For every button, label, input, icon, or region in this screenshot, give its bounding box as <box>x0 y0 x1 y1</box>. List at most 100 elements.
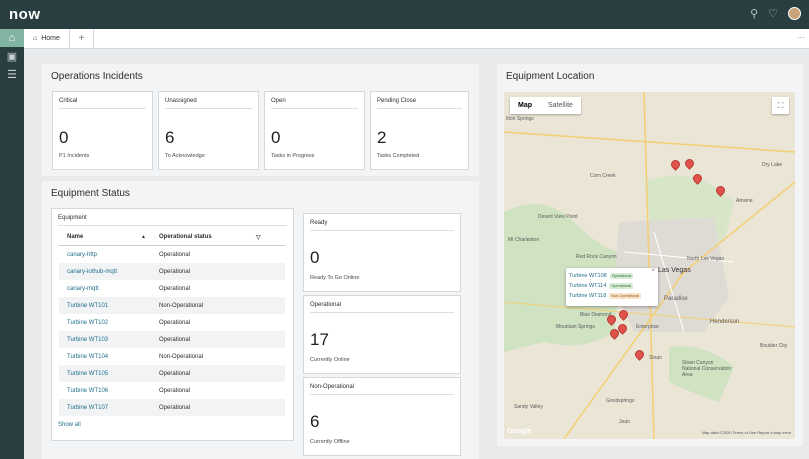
panel-title: Equipment Status <box>51 188 130 199</box>
column-status[interactable]: Operational status <box>159 234 256 240</box>
place-label: Goodsprings <box>606 398 635 404</box>
place-label: Paradise <box>664 296 688 302</box>
bell-icon[interactable]: ♡ <box>768 7 778 20</box>
pending-close-card[interactable]: Pending Close 2 Tasks Completed <box>370 91 469 170</box>
left-navigation: ⌂ ▣ ☰ <box>0 29 24 459</box>
card-label: Pending Close <box>377 98 417 104</box>
card-label: Unassigned <box>165 98 197 104</box>
map-button[interactable]: Map <box>510 97 540 114</box>
place-label: Boulder City <box>760 343 788 349</box>
equipment-name-link[interactable]: Turbine WT103 <box>59 337 159 343</box>
place-label: North Las Vegas <box>687 256 724 262</box>
search-icon[interactable]: ⚲ <box>750 7 758 20</box>
table-row[interactable]: Turbine WT101 Non-Operational <box>59 297 285 314</box>
popup-item-name[interactable]: Turbine WT108 <box>569 273 607 279</box>
card-sub: P1 Incidents <box>59 153 90 159</box>
table-row[interactable]: Turbine WT103 Operational <box>59 331 285 348</box>
card-label: Operational <box>310 302 342 308</box>
dashboard-icon[interactable]: ▣ <box>0 47 24 65</box>
card-sub: Currently Offline <box>310 439 350 445</box>
sort-icon[interactable]: ▲ <box>141 234 159 240</box>
home-icon: ⌂ <box>33 35 38 42</box>
filter-icon[interactable]: ▽ <box>256 234 261 241</box>
operational-status: Operational <box>159 319 191 326</box>
card-label: Non-Operational <box>310 384 355 390</box>
card-value: 6 <box>310 412 320 431</box>
table-row[interactable]: Turbine WT105 Operational <box>59 365 285 382</box>
equipment-name-link[interactable]: Turbine WT101 <box>59 303 159 309</box>
table-row[interactable]: canary-iothub-mqtt Operational <box>59 263 285 280</box>
fullscreen-icon[interactable]: ⛶ <box>772 97 789 114</box>
equipment-name-link[interactable]: Turbine WT102 <box>59 320 159 326</box>
map[interactable]: Map Satellite ⛶ Ilton Springs Dry Lake A… <box>504 92 795 439</box>
satellite-button[interactable]: Satellite <box>540 97 581 114</box>
operational-status: Operational <box>159 285 191 292</box>
non-operational-card[interactable]: Non-Operational 6 Currently Offline <box>303 377 461 456</box>
equipment-name-link[interactable]: Turbine WT104 <box>59 354 159 360</box>
card-sub: Tasks in Progress <box>271 153 315 159</box>
card-value: 17 <box>310 330 329 349</box>
equipment-name-link[interactable]: Turbine WT107 <box>59 405 159 411</box>
place-label: Henderson <box>710 319 740 325</box>
card-label: Open <box>271 98 286 104</box>
table-row[interactable]: canary-http Operational <box>59 246 285 263</box>
table-row[interactable]: Turbine WT102 Operational <box>59 314 285 331</box>
popup-item-name[interactable]: Turbine WT118 <box>569 293 606 299</box>
critical-card[interactable]: Critical 0 P1 Incidents <box>52 91 153 170</box>
tab-label: Home <box>41 35 60 42</box>
unassigned-card[interactable]: Unassigned 6 To Acknowledge <box>158 91 259 170</box>
card-sub: Tasks Completed <box>377 153 420 159</box>
open-card[interactable]: Open 0 Tasks in Progress <box>264 91 365 170</box>
place-label: Mt Charleston <box>508 237 540 243</box>
operational-status: Operational <box>159 370 191 377</box>
popup-item[interactable]: Turbine WT118 Non-Operational <box>566 291 658 301</box>
column-name[interactable]: Name <box>59 234 141 240</box>
popup-item[interactable]: Turbine WT108 Operational <box>566 271 658 281</box>
map-type-toggle: Map Satellite <box>510 97 581 114</box>
popup-item-name[interactable]: Turbine WT114 <box>569 283 606 289</box>
avatar[interactable] <box>788 7 801 20</box>
card-sub: Currently Online <box>310 357 350 363</box>
list-icon[interactable]: ☰ <box>0 65 24 83</box>
table-row[interactable]: Turbine WT106 Operational <box>59 382 285 399</box>
operational-card[interactable]: Operational 17 Currently Online <box>303 295 461 374</box>
close-icon[interactable]: × <box>651 268 655 274</box>
tab-bar: ⌂ Home + ··· <box>24 28 809 49</box>
equipment-name-link[interactable]: canary-http <box>59 252 159 258</box>
place-label: Ilton Springs <box>506 116 534 122</box>
map-attribution[interactable]: Map data ©2020 Terms of Use Report a map… <box>702 430 791 435</box>
equipment-name-link[interactable]: canary-mqtt <box>59 286 159 292</box>
popup-item[interactable]: Turbine WT114 Operational <box>566 281 658 291</box>
equipment-name-link[interactable]: canary-iothub-mqtt <box>59 269 159 275</box>
panel-title: Equipment Location <box>506 71 595 82</box>
top-bar: now ⚲ ♡ <box>0 0 809 29</box>
place-label: Las Vegas <box>658 267 691 274</box>
card-value: 0 <box>310 248 320 267</box>
table-row[interactable]: Turbine WT107 Operational <box>59 399 285 416</box>
equipment-name-link[interactable]: Turbine WT105 <box>59 371 159 377</box>
card-label: Ready <box>310 220 328 226</box>
equipment-status-panel: Equipment Status Equipment Name ▲ Operat… <box>42 181 479 459</box>
operational-status: Non-Operational <box>159 302 204 309</box>
table-row[interactable]: Turbine WT104 Non-Operational <box>59 348 285 365</box>
place-label: Corn Creek <box>590 173 616 179</box>
operational-status: Operational <box>159 404 191 411</box>
map-info-popup: × Turbine WT108 Operational Turbine WT11… <box>566 268 658 306</box>
panel-title: Operations Incidents <box>51 71 143 82</box>
more-icon[interactable]: ··· <box>797 33 805 42</box>
show-all-link[interactable]: Show all <box>58 422 81 428</box>
home-icon[interactable]: ⌂ <box>0 29 24 47</box>
card-sub: Ready To Go Online <box>310 275 360 281</box>
servicenow-logo[interactable]: now <box>9 6 41 23</box>
equipment-name-link[interactable]: Turbine WT106 <box>59 388 159 394</box>
place-label: Amsine <box>736 198 753 204</box>
place-label: Desert View Point <box>538 214 578 220</box>
card-label: Critical <box>59 98 78 104</box>
tab-home[interactable]: ⌂ Home <box>24 28 70 49</box>
operations-incidents-panel: Operations Incidents Critical 0 P1 Incid… <box>42 64 479 176</box>
place-label: Jean <box>619 419 630 425</box>
add-tab-button[interactable]: + <box>70 28 94 49</box>
operational-status: Non-Operational <box>159 353 204 360</box>
table-row[interactable]: canary-mqtt Operational <box>59 280 285 297</box>
ready-card[interactable]: Ready 0 Ready To Go Online <box>303 213 461 292</box>
